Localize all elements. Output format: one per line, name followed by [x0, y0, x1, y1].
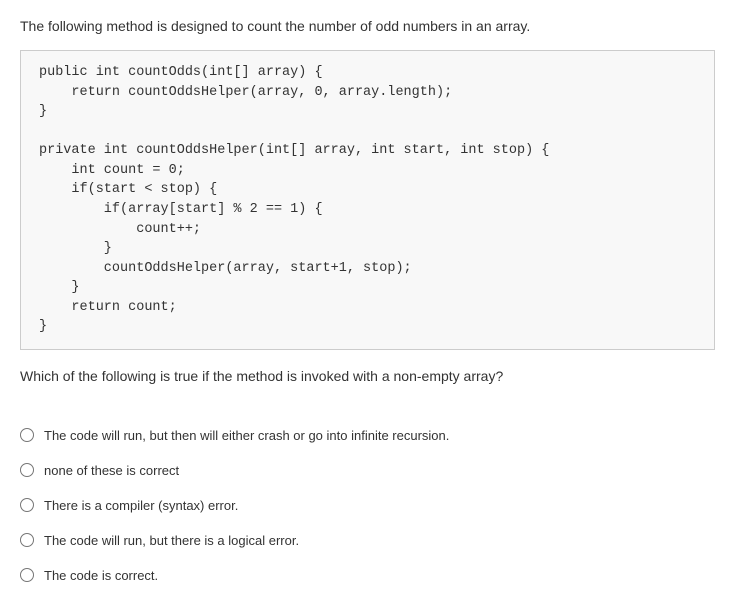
option-4[interactable]: The code is correct.	[20, 558, 715, 593]
option-0[interactable]: The code will run, but then will either …	[20, 418, 715, 453]
radio-option-4[interactable]	[20, 568, 34, 582]
option-label-2[interactable]: There is a compiler (syntax) error.	[44, 498, 238, 513]
option-1[interactable]: none of these is correct	[20, 453, 715, 488]
option-3[interactable]: The code will run, but there is a logica…	[20, 523, 715, 558]
radio-option-0[interactable]	[20, 428, 34, 442]
radio-option-3[interactable]	[20, 533, 34, 547]
option-label-0[interactable]: The code will run, but then will either …	[44, 428, 449, 443]
option-label-1[interactable]: none of these is correct	[44, 463, 179, 478]
option-label-3[interactable]: The code will run, but there is a logica…	[44, 533, 299, 548]
options-list: The code will run, but then will either …	[20, 418, 715, 593]
code-block: public int countOdds(int[] array) { retu…	[20, 50, 715, 350]
question-intro: The following method is designed to coun…	[20, 18, 715, 34]
option-2[interactable]: There is a compiler (syntax) error.	[20, 488, 715, 523]
question-prompt: Which of the following is true if the me…	[20, 368, 715, 384]
option-label-4[interactable]: The code is correct.	[44, 568, 158, 583]
radio-option-1[interactable]	[20, 463, 34, 477]
radio-option-2[interactable]	[20, 498, 34, 512]
